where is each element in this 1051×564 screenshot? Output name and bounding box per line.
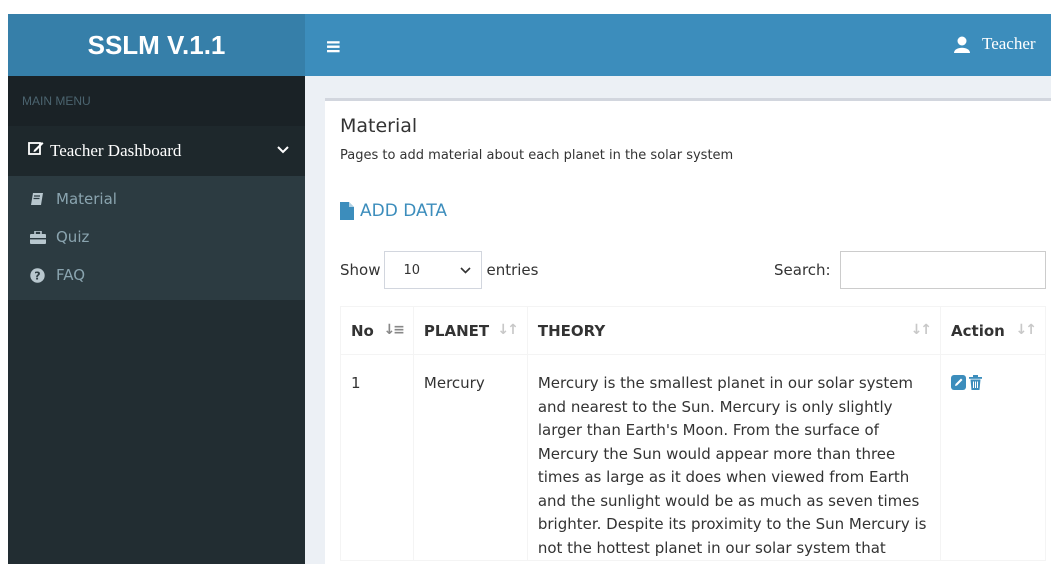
page-subtitle: Pages to add material about each planet … xyxy=(340,148,734,163)
column-header-planet[interactable]: PLANET ↓↑ xyxy=(412,306,528,355)
sidebar-item-label: Teacher Dashboard xyxy=(50,141,182,160)
page-title: Material xyxy=(340,115,418,137)
svg-text:?: ? xyxy=(34,269,40,282)
file-icon xyxy=(340,202,354,220)
sidebar-item-material[interactable]: Material xyxy=(8,180,305,218)
column-header-action[interactable]: Action ↓↑ xyxy=(940,306,1046,355)
cell-planet: Mercury xyxy=(412,354,528,561)
edit-icon xyxy=(28,141,44,161)
content-box: Material Pages to add material about eac… xyxy=(325,98,1051,564)
entries-select[interactable]: 10 xyxy=(384,251,483,289)
question-circle-icon: ? xyxy=(30,267,56,283)
top-navbar: ≡ Teacher xyxy=(305,14,1051,76)
material-table: No ↓≡ PLANET ↓↑ THEORY ↓↑ Action ↓↑ 1 Me… xyxy=(340,306,1046,561)
chevron-down-icon xyxy=(460,263,472,278)
user-icon xyxy=(954,36,970,53)
sort-icon: ↓↑ xyxy=(1015,322,1038,338)
sidebar-item-teacher-dashboard[interactable]: Teacher Dashboard xyxy=(8,126,305,176)
sidebar-submenu: Material Quiz ? FAQ xyxy=(8,176,305,300)
add-data-label: ADD DATA xyxy=(360,201,448,221)
book-icon xyxy=(30,192,56,206)
trash-icon[interactable] xyxy=(969,374,983,398)
sidebar-item-faq[interactable]: ? FAQ xyxy=(8,256,305,294)
cell-no: 1 xyxy=(340,354,414,561)
sort-icon: ↓↑ xyxy=(497,322,519,338)
cell-theory: Mercury is the smallest planet in our so… xyxy=(526,354,942,561)
show-label: Show xyxy=(340,261,381,279)
sidebar-item-quiz[interactable]: Quiz xyxy=(8,218,305,256)
entries-label: entries xyxy=(486,261,539,279)
user-name: Teacher xyxy=(982,34,1036,53)
sidebar: MAIN MENU Teacher Dashboard Material Qui… xyxy=(8,76,305,564)
cell-action xyxy=(940,354,1046,561)
brand-logo[interactable]: SSLM V.1.1 xyxy=(8,14,305,76)
sidebar-section-label: MAIN MENU xyxy=(8,76,305,126)
search-label: Search: xyxy=(774,261,831,279)
sidebar-item-label: Material xyxy=(56,190,117,208)
sort-asc-icon: ↓≡ xyxy=(383,322,405,338)
edit-icon[interactable] xyxy=(951,374,967,398)
chevron-down-icon xyxy=(277,143,289,159)
top-strip xyxy=(0,0,1051,14)
sidebar-item-label: FAQ xyxy=(56,266,86,284)
table-header-row: No ↓≡ PLANET ↓↑ THEORY ↓↑ Action ↓↑ xyxy=(340,306,1046,355)
entries-value: 10 xyxy=(403,262,421,278)
entries-length-control: Show 10 entries xyxy=(340,251,538,289)
hamburger-icon[interactable]: ≡ xyxy=(325,34,342,58)
column-header-theory[interactable]: THEORY ↓↑ xyxy=(526,306,942,355)
user-menu[interactable]: Teacher xyxy=(954,34,1036,54)
search-input[interactable] xyxy=(840,251,1046,289)
sort-icon: ↓↑ xyxy=(910,322,933,338)
briefcase-icon xyxy=(30,230,56,244)
sidebar-item-label: Quiz xyxy=(56,228,90,246)
column-header-no[interactable]: No ↓≡ xyxy=(340,306,414,355)
add-data-button[interactable]: ADD DATA xyxy=(340,201,447,221)
table-row: 1 Mercury Mercury is the smallest planet… xyxy=(340,354,1046,561)
